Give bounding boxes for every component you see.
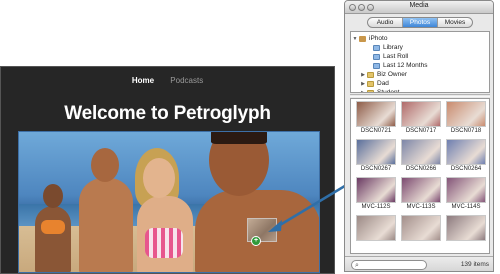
iphoto-icon [359, 35, 366, 42]
folder-icon [367, 71, 374, 78]
search-icon: ⌕ [355, 262, 359, 269]
photo-person-2-head [91, 148, 119, 182]
photo-thumbnail-image [356, 139, 396, 165]
window-titlebar: Media [345, 1, 493, 14]
photo-thumbnail[interactable] [399, 215, 443, 242]
tab-photos[interactable]: Photos [403, 18, 438, 27]
source-item-label: Dad [377, 80, 389, 87]
split-view-divider[interactable] [350, 94, 490, 97]
disclosure-triangle-icon[interactable]: ▼ [351, 36, 359, 42]
source-item[interactable]: Last Roll [351, 52, 489, 61]
disclosure-triangle-icon[interactable]: ▶ [359, 81, 367, 87]
media-type-tabs: Audio Photos Movies [367, 17, 473, 28]
site-navigation: Home Podcasts [1, 76, 334, 85]
photo-album-icon [373, 44, 380, 51]
photo-person-1 [35, 206, 71, 272]
photo-thumbnail-image [401, 139, 441, 165]
photo-person-3-swimsuit [145, 228, 183, 258]
folder-icon [367, 80, 374, 87]
source-item-label: Biz Owner [377, 71, 407, 78]
nav-link-podcasts[interactable]: Podcasts [170, 76, 203, 85]
photo-person-4-hair [211, 132, 267, 144]
drag-add-badge-icon: + [251, 236, 261, 246]
photo-thumbnail-image [446, 101, 486, 127]
photo-person-3-head [143, 158, 175, 198]
photo-person-2 [79, 178, 133, 272]
photo-thumbnail-caption: MVC-113S [406, 204, 436, 210]
photo-thumbnail[interactable] [354, 215, 398, 242]
nav-link-home[interactable]: Home [132, 76, 154, 85]
photo-thumbnail-caption: DSCN0267 [360, 166, 392, 172]
photo-person-1-head [43, 184, 63, 208]
photo-thumbnail-image [446, 215, 486, 241]
photo-thumbnail-image [401, 215, 441, 241]
media-bottom-bar: ⌕ 139 items [345, 256, 493, 271]
photo-album-icon [373, 53, 380, 60]
source-item[interactable]: ▼ iPhoto [351, 34, 489, 43]
photo-thumbnail[interactable]: DSCN0718 [444, 101, 488, 134]
source-item-label: Library [383, 44, 403, 51]
photo-grid: DSCN0721 DSCN0717 DSCN0718 DSCN0267 DSCN0266… [350, 98, 490, 254]
photo-album-icon [373, 62, 380, 69]
photo-thumbnail-image [446, 177, 486, 203]
photo-person-1-swimsuit [41, 220, 65, 234]
photo-thumbnail[interactable]: DSCN0267 [354, 139, 398, 172]
photo-thumbnail-caption: DSCN0718 [450, 128, 482, 134]
photo-thumbnail[interactable]: MVC-114S [444, 177, 488, 210]
source-item[interactable]: ▶ Student [351, 88, 489, 93]
search-field[interactable]: ⌕ [351, 260, 427, 270]
item-count: 139 items [460, 261, 489, 268]
website-preview: Home Podcasts Welcome to Petroglyph + [0, 66, 335, 274]
hero-photo-drop-target[interactable]: + [18, 131, 320, 273]
photo-thumbnail[interactable]: DSCN0266 [399, 139, 443, 172]
photo-thumbnail-image [356, 101, 396, 127]
photo-thumbnail-caption: MVC-112S [361, 204, 391, 210]
photo-thumbnail-image [401, 101, 441, 127]
photo-thumbnail[interactable]: MVC-113S [399, 177, 443, 210]
source-item[interactable]: ▶ Biz Owner [351, 70, 489, 79]
photo-thumbnail[interactable]: DSCN0721 [354, 101, 398, 134]
folder-icon [367, 89, 374, 92]
screenshot-stage: Home Podcasts Welcome to Petroglyph + Me… [0, 0, 500, 274]
source-item-label: Last Roll [383, 53, 409, 60]
photo-thumbnail-caption: DSCN0266 [405, 166, 437, 172]
photo-thumbnail[interactable] [444, 215, 488, 242]
tab-movies[interactable]: Movies [438, 18, 472, 27]
source-item-label: iPhoto [369, 35, 388, 42]
source-item[interactable]: Last 12 Months [351, 61, 489, 70]
photo-thumbnail-image [356, 215, 396, 241]
source-item-label: Last 12 Months [383, 62, 428, 69]
photo-thumbnail[interactable]: DSCN0717 [399, 101, 443, 134]
source-list: ▼ iPhoto Library Last Roll Last 12 Months ▶ Bi… [350, 31, 490, 93]
photo-thumbnail-caption: DSCN0721 [360, 128, 392, 134]
disclosure-triangle-icon[interactable]: ▶ [359, 72, 367, 78]
photo-thumbnail[interactable]: MVC-112S [354, 177, 398, 210]
photo-thumbnail-caption: MVC-114S [451, 204, 481, 210]
photo-thumbnail[interactable]: DSCN0264 [444, 139, 488, 172]
photo-thumbnail-caption: DSCN0264 [450, 166, 482, 172]
source-item[interactable]: ▶ Dad [351, 79, 489, 88]
page-title: Welcome to Petroglyph [64, 103, 271, 124]
photo-thumbnail-image [446, 139, 486, 165]
media-browser-window: Media Audio Photos Movies ▼ iPhoto Library… [344, 0, 494, 272]
photo-thumbnail-caption: DSCN0717 [405, 128, 437, 134]
photo-thumbnail-image [401, 177, 441, 203]
disclosure-triangle-icon[interactable]: ▶ [359, 90, 367, 93]
source-item[interactable]: Library [351, 43, 489, 52]
window-title: Media [409, 2, 429, 9]
source-item-label: Student [377, 89, 400, 93]
tab-audio[interactable]: Audio [368, 18, 403, 27]
photo-thumbnail-image [356, 177, 396, 203]
